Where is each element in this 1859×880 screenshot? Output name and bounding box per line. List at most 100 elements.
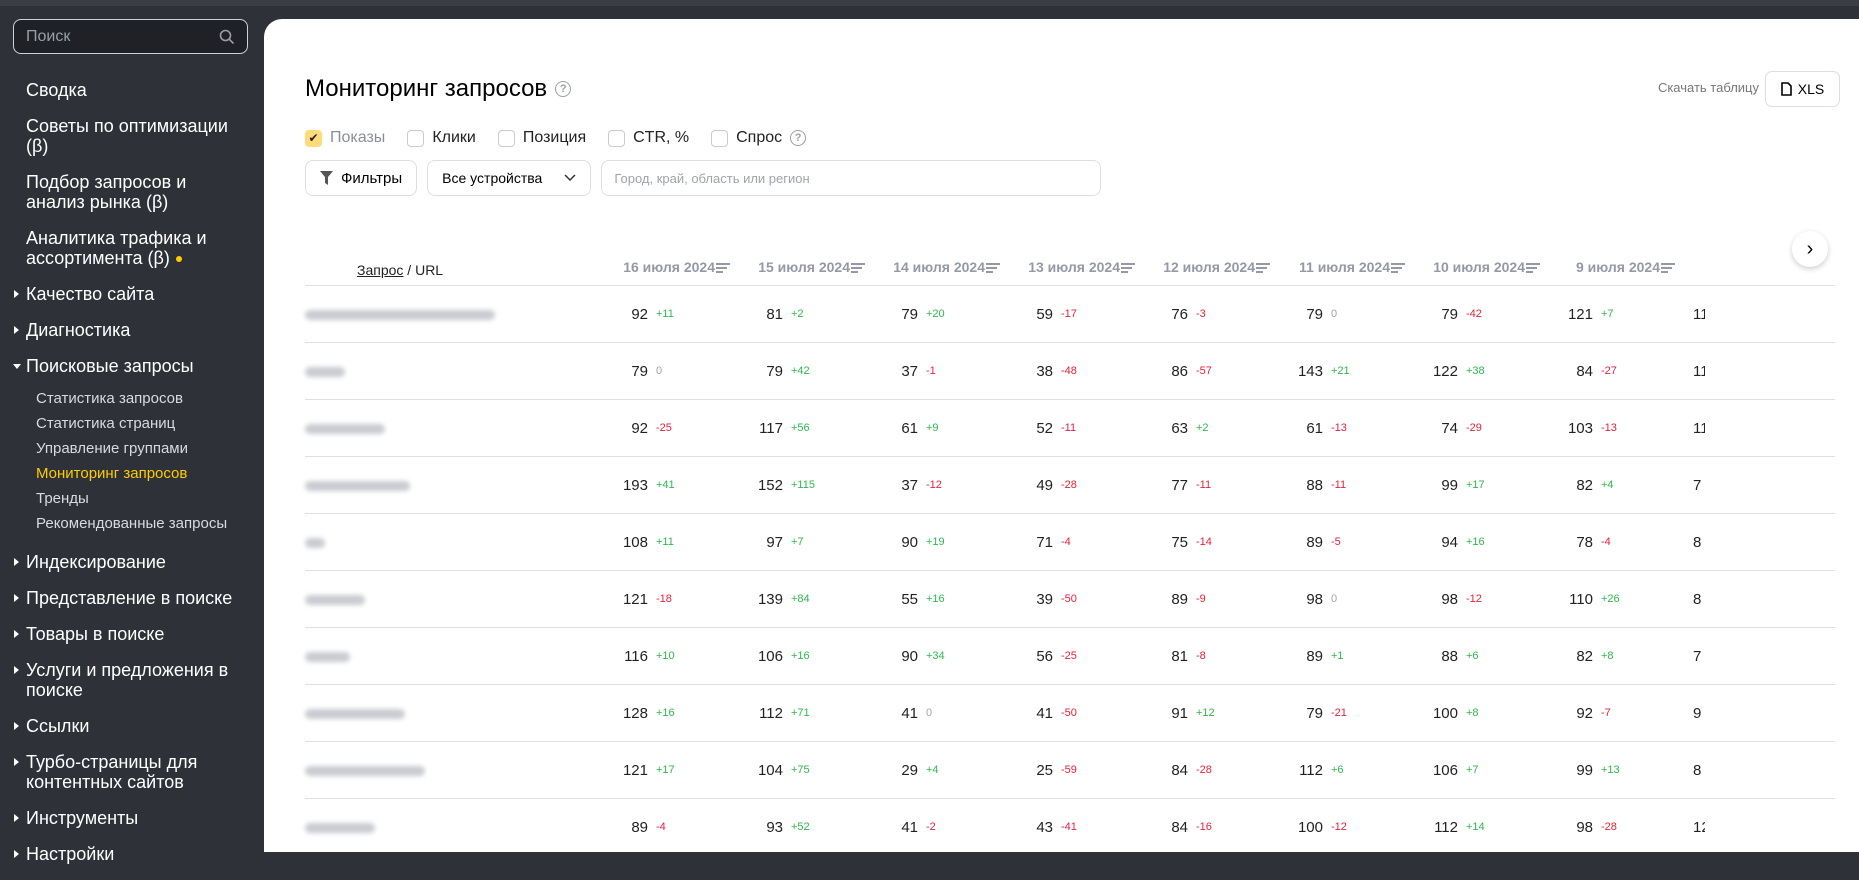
sidebar-item-search-appearance[interactable]: Представление в поиске bbox=[0, 588, 264, 608]
table-row[interactable]: 79 0 79 +42 37 -1 38 -48 86 -57 143 +21 122 +38 84 -27 1… bbox=[305, 343, 1835, 400]
query-text-blurred[interactable] bbox=[305, 595, 365, 605]
sort-icon[interactable] bbox=[716, 261, 730, 275]
sidebar-item-turbo-pages[interactable]: Турбо-страницы для контентных сайтов bbox=[0, 752, 264, 792]
table-cell: 29 +4 bbox=[865, 762, 1000, 780]
query-text-blurred[interactable] bbox=[305, 823, 375, 833]
sidebar-item-tools[interactable]: Инструменты bbox=[0, 808, 264, 828]
query-text-blurred[interactable] bbox=[305, 766, 425, 776]
metric-position-checkbox[interactable]: Позиция bbox=[497, 129, 586, 147]
metric-demand-checkbox[interactable]: Спрос? bbox=[711, 129, 807, 147]
change-value: +71 bbox=[791, 707, 810, 719]
help-icon[interactable]: ? bbox=[555, 81, 572, 97]
table-row[interactable]: 121 +17 104 +75 29 +4 25 -59 84 -28 112 +6 106 +7 99 +1… bbox=[305, 742, 1835, 799]
table-cell: 25 -59 bbox=[1000, 762, 1135, 780]
sidebar-item-query-selection[interactable]: Подбор запросов и анализ рынка (β) bbox=[0, 172, 264, 212]
table-cell: 79 -21 bbox=[1270, 705, 1405, 723]
change-value: +20 bbox=[926, 308, 945, 320]
table-cell: 98 -28 bbox=[1540, 819, 1675, 837]
sidebar-item-products[interactable]: Товары в поиске bbox=[0, 624, 264, 644]
impressions-value: 59 bbox=[1036, 306, 1053, 323]
table-row[interactable]: 116 +10 106 +16 90 +34 56 -25 81 -8 89 +1 88 +6 82 +8 7 bbox=[305, 628, 1835, 685]
region-input[interactable] bbox=[601, 160, 1102, 196]
table-cell: 75 -14 bbox=[1135, 534, 1270, 552]
search-input[interactable] bbox=[26, 27, 206, 46]
sidebar-subitem-query-stats[interactable]: Статистика запросов bbox=[0, 386, 264, 411]
impressions-value: 37 bbox=[901, 363, 918, 380]
change-value: +56 bbox=[791, 422, 810, 434]
xls-download-button[interactable]: XLS bbox=[1765, 71, 1840, 107]
sidebar-item-indexing[interactable]: Индексирование bbox=[0, 552, 264, 572]
sidebar-item-search-queries[interactable]: Поисковые запросы bbox=[0, 356, 264, 376]
query-text-blurred[interactable] bbox=[305, 709, 405, 719]
table-row[interactable]: 121 -18 139 +84 55 +16 39 -50 89 -9 98 0 98 -12 110 +26… bbox=[305, 571, 1835, 628]
table-row[interactable]: 193 +41 152 +115 37 -12 49 -28 77 -11 88 -11 99 +17 82… bbox=[305, 457, 1835, 514]
sidebar-subitem-trends[interactable]: Тренды bbox=[0, 486, 264, 511]
column-header-date[interactable]: 9 июля 2024 bbox=[1540, 259, 1675, 275]
impressions-value: 79 bbox=[901, 306, 918, 323]
query-text-blurred[interactable] bbox=[305, 424, 385, 434]
sidebar-item-links[interactable]: Ссылки bbox=[0, 716, 264, 736]
table-cell: 98 -12 bbox=[1405, 591, 1540, 609]
table-cell: 43 -41 bbox=[1000, 819, 1135, 837]
column-header-date[interactable]: 16 июля 2024 bbox=[595, 259, 730, 275]
impressions-value: 11 bbox=[1693, 420, 1705, 437]
column-header-date[interactable]: 11 июля 2024 bbox=[1270, 259, 1405, 275]
sort-icon[interactable] bbox=[1121, 261, 1135, 275]
column-header-date[interactable]: 10 июля 2024 bbox=[1405, 259, 1540, 275]
query-tab[interactable]: Запрос bbox=[357, 262, 403, 278]
query-text-blurred[interactable] bbox=[305, 310, 495, 320]
sidebar-subitem-page-stats[interactable]: Статистика страниц bbox=[0, 411, 264, 436]
table-cell: 121 +17 bbox=[595, 762, 730, 780]
sort-icon[interactable] bbox=[1391, 261, 1405, 275]
sort-icon[interactable] bbox=[1256, 261, 1270, 275]
query-text-blurred[interactable] bbox=[305, 367, 345, 377]
table-row[interactable]: 89 -4 93 +52 41 -2 43 -41 84 -16 100 -12 112 +14 98 -28… bbox=[305, 799, 1835, 852]
sort-icon[interactable] bbox=[1526, 261, 1540, 275]
sidebar-item-site-quality[interactable]: Качество сайта bbox=[0, 284, 264, 304]
sidebar-subitem-group-management[interactable]: Управление группами bbox=[0, 436, 264, 461]
query-text-blurred[interactable] bbox=[305, 652, 350, 662]
table-row[interactable]: 92 +11 81 +2 79 +20 59 -17 76 -3 79 0 79 -42 121 +7 11 bbox=[305, 286, 1835, 343]
change-value: -12 bbox=[926, 479, 942, 491]
sort-icon[interactable] bbox=[986, 261, 1000, 275]
url-tab[interactable]: URL bbox=[415, 262, 443, 278]
sort-icon[interactable] bbox=[851, 261, 865, 275]
impressions-value: 84 bbox=[1171, 819, 1188, 836]
column-header-date[interactable]: 15 июля 2024 bbox=[730, 259, 865, 275]
device-select[interactable]: Все устройства bbox=[427, 160, 592, 196]
impressions-value: 121 bbox=[622, 762, 648, 779]
help-icon[interactable]: ? bbox=[790, 130, 807, 146]
sidebar-item-optimization-tips[interactable]: Советы по оптимизации (β) bbox=[0, 116, 264, 156]
change-value: +2 bbox=[791, 308, 804, 320]
checkmark-icon: ✔ bbox=[305, 129, 322, 147]
change-value: -28 bbox=[1601, 821, 1617, 833]
sidebar-item-services[interactable]: Услуги и предложения в поиске bbox=[0, 660, 264, 700]
table-row[interactable]: 128 +16 112 +71 41 0 41 -50 91 +12 79 -21 100 +8 92 -7 9 bbox=[305, 685, 1835, 742]
search-box[interactable] bbox=[13, 19, 248, 54]
sidebar-subitem-recommended-queries[interactable]: Рекомендованные запросы bbox=[0, 511, 264, 536]
sort-icon[interactable] bbox=[1661, 261, 1675, 275]
sidebar-item-summary[interactable]: Сводка bbox=[0, 80, 264, 100]
sidebar-subitem-query-monitoring[interactable]: Мониторинг запросов bbox=[0, 461, 264, 486]
metric-impressions-checkbox[interactable]: ✔ Показы bbox=[305, 129, 385, 147]
metric-ctr-checkbox[interactable]: CTR, % bbox=[608, 129, 689, 147]
impressions-value: 98 bbox=[1441, 591, 1458, 608]
column-header-date[interactable]: 14 июля 2024 bbox=[865, 259, 1000, 275]
table-cell: 78 -4 bbox=[1540, 534, 1675, 552]
query-text-blurred[interactable] bbox=[305, 538, 325, 548]
query-text-blurred[interactable] bbox=[305, 481, 410, 491]
table-row[interactable]: 108 +11 97 +7 90 +19 71 -4 75 -14 89 -5 94 +16 78 -4 8 bbox=[305, 514, 1835, 571]
column-header-date[interactable]: 12 июля 2024 bbox=[1135, 259, 1270, 275]
sidebar-item-traffic-analytics[interactable]: Аналитика трафика и ассортимента (β) bbox=[0, 228, 264, 268]
metric-clicks-checkbox[interactable]: Клики bbox=[407, 129, 476, 147]
filters-button[interactable]: Фильтры bbox=[305, 160, 418, 196]
change-value: -21 bbox=[1331, 707, 1347, 719]
scroll-right-button[interactable]: › bbox=[1792, 231, 1828, 267]
table-row[interactable]: 92 -25 117 +56 61 +9 52 -11 63 +2 61 -13 74 -29 103 -13… bbox=[305, 400, 1835, 457]
impressions-value: 106 bbox=[1432, 762, 1458, 779]
sidebar-item-diagnostics[interactable]: Диагностика bbox=[0, 320, 264, 340]
search-icon[interactable] bbox=[219, 29, 235, 45]
column-header-date[interactable]: 13 июля 2024 bbox=[1000, 259, 1135, 275]
sidebar-item-settings[interactable]: Настройки bbox=[0, 844, 264, 864]
impressions-value: 100 bbox=[1432, 705, 1458, 722]
